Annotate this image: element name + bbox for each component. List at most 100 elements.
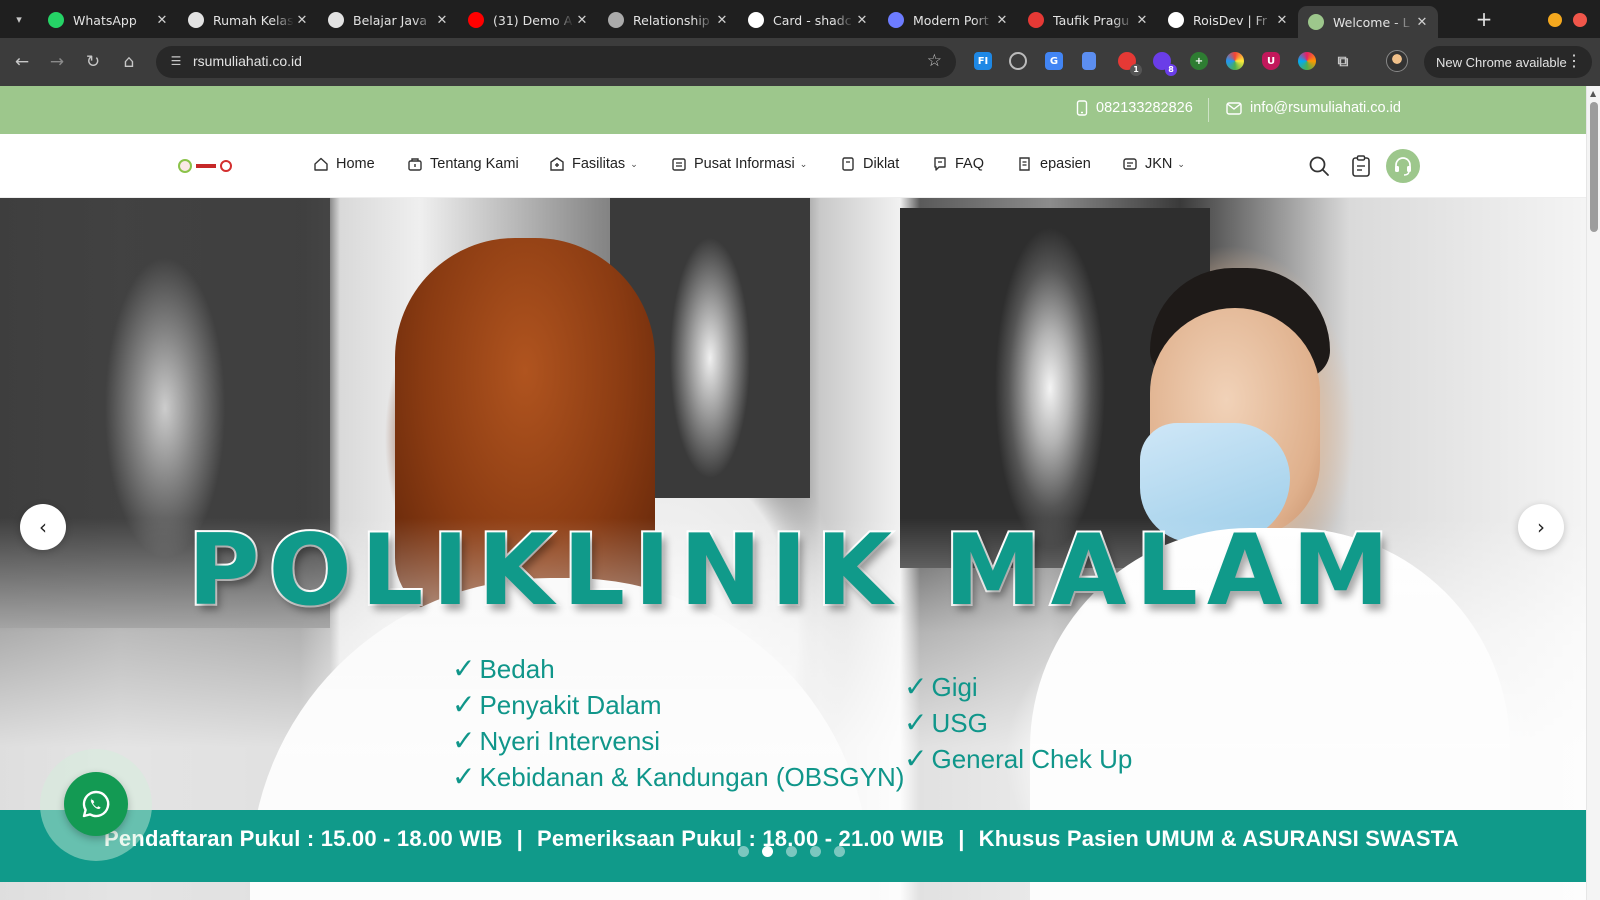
checkmark-icon: ✓ [452,689,476,720]
browser-tab[interactable]: RoisDev | Fr ✕ [1158,6,1298,34]
slider-dot[interactable] [762,846,773,857]
newspaper-icon [672,158,686,171]
extension-fi-icon[interactable]: FI [974,52,992,70]
triangle-icon [1168,12,1184,28]
browser-tab[interactable]: Rumah Kelas ✕ [178,6,318,34]
slider-pagination [738,846,845,857]
close-tab-icon[interactable]: ✕ [1414,15,1430,30]
extension-purple-icon[interactable]: 8 [1153,52,1177,76]
extensions-puzzle-icon[interactable]: ⧉ [1334,52,1352,70]
page-scrollbar[interactable]: ▲ [1586,86,1600,900]
checkmark-icon: ✓ [904,671,928,702]
slider-next-button[interactable]: › [1518,504,1564,550]
profile-avatar[interactable] [1386,50,1408,72]
close-tab-icon[interactable]: ✕ [1134,13,1150,28]
slider-dot[interactable] [738,846,749,857]
nav-item-pusat-informasi[interactable]: Pusat Informasi ⌄ [671,156,807,172]
extension-docs-icon[interactable] [1082,52,1096,70]
browser-tab[interactable]: Belajar Java ✕ [318,6,458,34]
extension-shield-icon[interactable]: U [1262,52,1280,70]
service-item: ✓ Kebidanan & Kandungan (OBSGYN) [452,759,904,795]
whatsapp-chat-button[interactable] [64,772,128,836]
nav-item-tentang-kami[interactable]: Tentang Kami [407,156,519,172]
bookmark-star-icon[interactable]: ☆ [927,51,942,71]
close-tab-icon[interactable]: ✕ [714,13,730,28]
close-tab-icon[interactable]: ✕ [994,13,1010,28]
tab-title: WhatsApp [73,12,137,28]
extension-color-icon[interactable] [1226,52,1244,70]
nav-item-epasien[interactable]: epasien [1017,156,1091,172]
hospital-logo[interactable] [178,158,270,174]
github-icon [328,12,344,28]
more-menu-icon[interactable]: ⋮ [1566,51,1582,71]
browser-tab[interactable]: (31) Demo Ap ✕ [458,6,598,34]
email-contact[interactable]: info@rsumuliahati.co.id [1226,100,1401,116]
extension-red-icon[interactable]: 1 [1118,52,1142,76]
nav-item-jkn[interactable]: JKN ⌄ [1122,156,1185,172]
home-browser-icon[interactable]: ⌂ [117,50,141,74]
patient-icon [1019,157,1030,171]
browser-tab[interactable]: Relationship ✕ [598,6,738,34]
tab-title: Rumah Kelas [213,12,294,28]
tab-search-chevron-icon[interactable]: ▾ [8,8,30,30]
nav-item-label: Home [336,156,375,172]
checkmark-icon: ✓ [904,707,928,738]
browser-tab[interactable]: Modern Port ✕ [878,6,1018,34]
extension-ring-icon[interactable] [1298,52,1316,70]
email-address: info@rsumuliahati.co.id [1250,100,1401,116]
nav-item-fasilitas[interactable]: Fasilitas ⌄ [549,156,638,172]
back-arrow-icon[interactable]: ← [10,50,34,74]
slider-dot[interactable] [834,846,845,857]
contact-bar: 082133282826 info@rsumuliahati.co.id [0,86,1586,134]
close-tab-icon[interactable]: ✕ [434,13,450,28]
faq-icon [934,157,946,171]
service-name: General Chek Up [931,744,1133,774]
tab-title: Modern Port [913,12,989,28]
browser-tab[interactable]: Card - shadc ✕ [738,6,878,34]
nav-item-home[interactable]: Home [313,156,375,172]
address-bar[interactable]: ☰ rsumuliahati.co.id ☆ [156,46,956,78]
close-tab-icon[interactable]: ✕ [1274,13,1290,28]
reload-icon[interactable]: ↻ [81,50,105,74]
hospital-icon [550,157,564,171]
whatsapp-icon [82,790,110,818]
forward-arrow-icon[interactable]: → [45,50,69,74]
tab-title: (31) Demo Ap [493,12,574,28]
customer-support-button[interactable] [1386,149,1420,183]
tab-title: RoisDev | Fr [1193,12,1268,28]
minimize-window-button[interactable] [1548,13,1562,27]
browser-tab[interactable]: Welcome - L ✕ [1298,6,1438,38]
browser-tab[interactable]: Taufik Pragu ✕ [1018,6,1158,34]
nav-item-diklat[interactable]: Diklat [840,156,899,172]
appointment-clipboard-icon[interactable] [1351,155,1371,181]
patient-type-note: Khusus Pasien UMUM & ASURANSI SWASTA [978,826,1459,851]
nav-item-faq[interactable]: FAQ [932,156,984,172]
service-name: Gigi [931,672,978,702]
chevron-down-icon: ⌄ [799,158,808,169]
nav-item-label: JKN [1145,156,1173,172]
extension-compass-icon[interactable] [1009,52,1027,70]
update-chrome-button[interactable]: New Chrome available ⋮ [1424,46,1592,78]
extension-plus-icon[interactable]: + [1190,52,1208,70]
home-icon [314,157,328,171]
close-tab-icon[interactable]: ✕ [854,13,870,28]
close-tab-icon[interactable]: ✕ [154,13,170,28]
slider-prev-button[interactable]: ‹ [20,504,66,550]
site-settings-icon[interactable]: ☰ [168,54,184,70]
building-icon [408,158,422,171]
scroll-up-arrow-icon[interactable]: ▲ [1590,89,1596,98]
search-icon[interactable] [1308,155,1330,181]
slider-dot[interactable] [810,846,821,857]
new-tab-button[interactable]: + [1472,8,1496,32]
tab-title: Welcome - L [1333,14,1410,30]
checkmark-icon: ✓ [452,725,476,756]
extension-translate-icon[interactable]: G [1045,52,1063,70]
phone-contact[interactable]: 082133282826 [1076,100,1193,116]
scroll-thumb[interactable] [1590,102,1598,232]
browser-tab[interactable]: WhatsApp ✕ [38,6,178,34]
close-window-button[interactable] [1573,13,1587,27]
slider-dot[interactable] [786,846,797,857]
close-tab-icon[interactable]: ✕ [574,13,590,28]
globe-icon [608,12,624,28]
close-tab-icon[interactable]: ✕ [294,13,310,28]
